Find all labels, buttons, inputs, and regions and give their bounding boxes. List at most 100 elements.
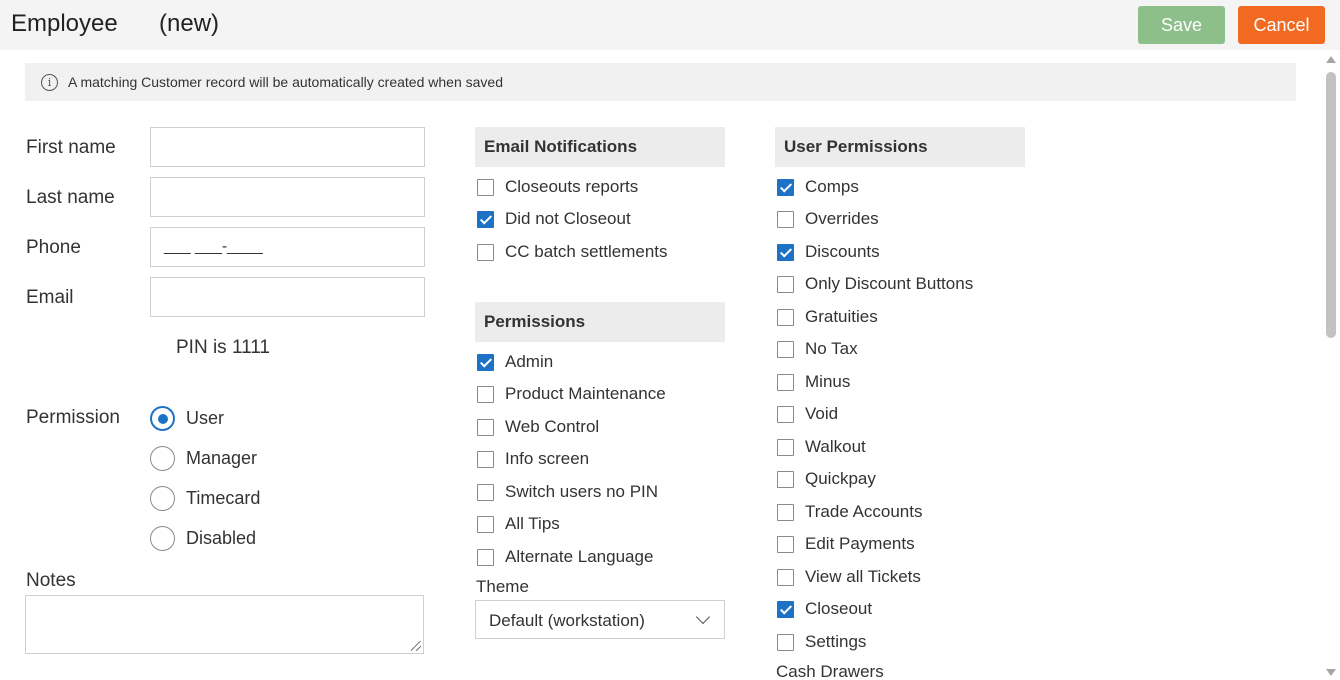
scroll-down-arrow-icon[interactable] [1326, 669, 1336, 676]
checkbox-box[interactable] [777, 373, 794, 391]
checkbox-label: No Tax [805, 339, 858, 358]
checkbox-walkout[interactable]: Walkout [777, 435, 866, 459]
radio-manager[interactable]: Manager [150, 446, 257, 471]
radio-circle[interactable] [150, 446, 175, 471]
theme-label: Theme [476, 577, 529, 596]
checkbox-discounts[interactable]: Discounts [777, 240, 880, 264]
save-button[interactable]: Save [1138, 6, 1225, 44]
checkbox-box[interactable] [777, 340, 794, 358]
permissions-heading: Permissions [475, 302, 725, 342]
checkbox-box[interactable] [777, 275, 794, 293]
checkbox-no-tax[interactable]: No Tax [777, 337, 858, 361]
checkbox-label: Alternate Language [505, 547, 654, 566]
checkbox-label: View all Tickets [805, 567, 921, 586]
theme-select[interactable]: Default (workstation) [475, 600, 725, 639]
checkbox-box[interactable] [777, 600, 794, 618]
checkbox-box[interactable] [777, 503, 794, 521]
checkbox-label: Product Maintenance [505, 384, 666, 403]
checkbox-info-screen[interactable]: Info screen [477, 447, 589, 471]
checkbox-settings[interactable]: Settings [777, 630, 866, 654]
checkbox-quickpay[interactable]: Quickpay [777, 467, 876, 491]
email-label: Email [26, 287, 74, 308]
checkbox-box[interactable] [477, 178, 494, 196]
permission-label: Permission [26, 407, 120, 428]
checkbox-box[interactable] [477, 483, 494, 501]
checkbox-box[interactable] [777, 405, 794, 423]
checkbox-box[interactable] [777, 308, 794, 326]
checkbox-box[interactable] [777, 470, 794, 488]
checkbox-alternate-language[interactable]: Alternate Language [477, 545, 653, 569]
radio-circle[interactable] [150, 406, 175, 431]
checkbox-label: Trade Accounts [805, 502, 923, 521]
phone-input[interactable]: ___ ___-____ [150, 227, 425, 267]
radio-user[interactable]: User [150, 406, 224, 431]
header-bar: Employee (new) Save Cancel [0, 0, 1340, 50]
last-name-input[interactable] [150, 177, 425, 217]
checkbox-box[interactable] [477, 210, 494, 228]
radio-circle[interactable] [150, 486, 175, 511]
email-notifications-heading: Email Notifications [475, 127, 725, 167]
checkbox-box[interactable] [777, 243, 794, 261]
notes-textarea[interactable] [25, 595, 424, 654]
checkbox-box[interactable] [477, 353, 494, 371]
checkbox-label: Discounts [805, 242, 880, 261]
checkbox-box[interactable] [477, 450, 494, 468]
checkbox-box[interactable] [477, 548, 494, 566]
checkbox-edit-payments[interactable]: Edit Payments [777, 532, 915, 556]
checkbox-label: Minus [805, 372, 851, 391]
checkbox-box[interactable] [777, 210, 794, 228]
checkbox-box[interactable] [777, 438, 794, 456]
cancel-button[interactable]: Cancel [1238, 6, 1325, 44]
checkbox-trade-accounts[interactable]: Trade Accounts [777, 500, 923, 524]
radio-label: Timecard [186, 488, 261, 508]
checkbox-box[interactable] [477, 385, 494, 403]
checkbox-closeouts-reports[interactable]: Closeouts reports [477, 175, 638, 199]
email-input[interactable] [150, 277, 425, 317]
checkbox-web-control[interactable]: Web Control [477, 415, 599, 439]
checkbox-cc-batch-settlements[interactable]: CC batch settlements [477, 240, 668, 264]
checkbox-box[interactable] [777, 633, 794, 651]
checkbox-minus[interactable]: Minus [777, 370, 850, 394]
scroll-up-arrow-icon[interactable] [1326, 56, 1336, 63]
checkbox-box[interactable] [477, 243, 494, 261]
first-name-input[interactable] [150, 127, 425, 167]
checkbox-product-maintenance[interactable]: Product Maintenance [477, 382, 666, 406]
checkbox-void[interactable]: Void [777, 402, 838, 426]
radio-timecard[interactable]: Timecard [150, 486, 260, 511]
radio-label: User [186, 408, 225, 428]
pin-text: PIN is 1111 [176, 337, 270, 358]
radio-disabled[interactable]: Disabled [150, 526, 256, 551]
checkbox-view-all-tickets[interactable]: View all Tickets [777, 565, 921, 589]
page-title: Employee [11, 10, 118, 37]
checkbox-closeout[interactable]: Closeout [777, 597, 872, 621]
notes-label: Notes [26, 570, 76, 591]
checkbox-label: Quickpay [805, 469, 876, 488]
vertical-scrollbar[interactable] [1322, 50, 1340, 680]
checkbox-gratuities[interactable]: Gratuities [777, 305, 878, 329]
resize-grip-icon[interactable] [411, 641, 421, 651]
checkbox-label: Walkout [805, 437, 866, 456]
last-name-label: Last name [26, 187, 115, 208]
checkbox-box[interactable] [477, 515, 494, 533]
info-text: A matching Customer record will be autom… [68, 74, 503, 90]
chevron-down-icon [695, 609, 711, 625]
checkbox-admin[interactable]: Admin [477, 350, 553, 374]
checkbox-switch-users-no-pin[interactable]: Switch users no PIN [477, 480, 658, 504]
checkbox-only-discount-buttons[interactable]: Only Discount Buttons [777, 272, 973, 296]
checkbox-box[interactable] [777, 178, 794, 196]
checkbox-label: Overrides [805, 209, 879, 228]
checkbox-box[interactable] [777, 535, 794, 553]
checkbox-box[interactable] [777, 568, 794, 586]
checkbox-label: Info screen [505, 449, 590, 468]
checkbox-all-tips[interactable]: All Tips [477, 512, 560, 536]
radio-circle[interactable] [150, 526, 175, 551]
cash-drawers-label: Cash Drawers [776, 662, 884, 680]
checkbox-box[interactable] [477, 418, 494, 436]
first-name-label: First name [26, 137, 116, 158]
checkbox-overrides[interactable]: Overrides [777, 207, 879, 231]
checkbox-did-not-closeout[interactable]: Did not Closeout [477, 207, 631, 231]
checkbox-label: Void [805, 404, 839, 423]
scroll-thumb[interactable] [1326, 72, 1336, 338]
checkbox-comps[interactable]: Comps [777, 175, 859, 199]
checkbox-label: Switch users no PIN [505, 482, 659, 501]
